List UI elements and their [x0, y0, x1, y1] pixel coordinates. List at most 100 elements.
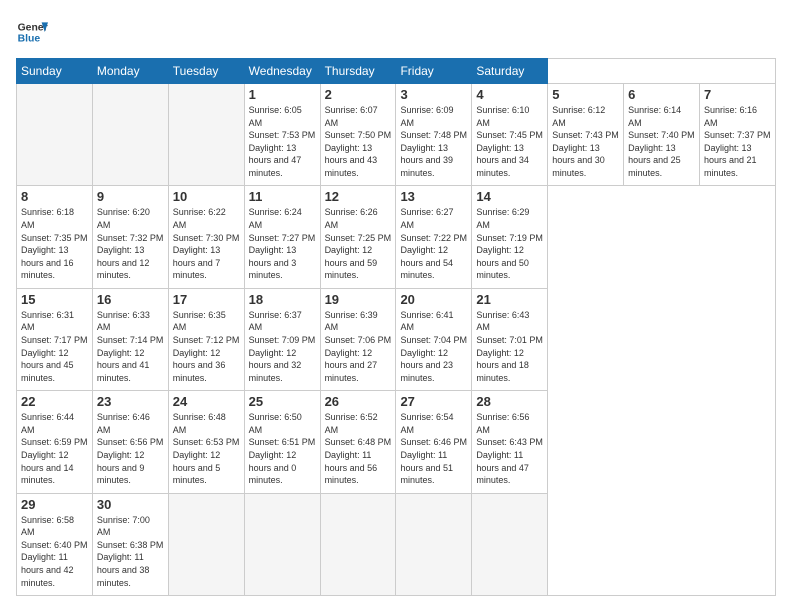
calendar-cell: 20 Sunrise: 6:41 AMSunset: 7:04 PMDayligh…: [396, 288, 472, 390]
weekday-header-wednesday: Wednesday: [244, 59, 320, 84]
weekday-header-tuesday: Tuesday: [168, 59, 244, 84]
day-number: 18: [249, 292, 316, 307]
calendar-cell: [92, 84, 168, 186]
calendar-cell: 8 Sunrise: 6:18 AMSunset: 7:35 PMDaylight…: [17, 186, 93, 288]
calendar-cell: [17, 84, 93, 186]
calendar-cell: 19 Sunrise: 6:39 AMSunset: 7:06 PMDayligh…: [320, 288, 396, 390]
calendar-cell: 13 Sunrise: 6:27 AMSunset: 7:22 PMDayligh…: [396, 186, 472, 288]
header: General Blue: [16, 16, 776, 48]
calendar-cell: 12Sunrise: 6:26 AMSunset: 7:25 PMDayligh…: [320, 186, 396, 288]
weekday-header-monday: Monday: [92, 59, 168, 84]
calendar-cell: [168, 84, 244, 186]
day-info: Sunrise: 6:29 AMSunset: 7:19 PMDaylight:…: [476, 206, 543, 282]
day-info: Sunrise: 6:33 AMSunset: 7:14 PMDaylight:…: [97, 309, 164, 385]
day-number: 19: [325, 292, 392, 307]
day-info: Sunrise: 6:54 AMSunset: 6:46 PMDaylight:…: [400, 411, 467, 487]
day-info: Sunrise: 6:58 AMSunset: 6:40 PMDaylight:…: [21, 514, 88, 590]
calendar-cell: [472, 493, 548, 595]
calendar-cell: 26Sunrise: 6:52 AMSunset: 6:48 PMDayligh…: [320, 391, 396, 493]
calendar-cell: 24 Sunrise: 6:48 AMSunset: 6:53 PMDayligh…: [168, 391, 244, 493]
day-info: Sunrise: 6:27 AMSunset: 7:22 PMDaylight:…: [400, 206, 467, 282]
day-number: 25: [249, 394, 316, 409]
day-info: Sunrise: 6:50 AMSunset: 6:51 PMDaylight:…: [249, 411, 316, 487]
calendar-cell: 18 Sunrise: 6:37 AMSunset: 7:09 PMDayligh…: [244, 288, 320, 390]
day-number: 20: [400, 292, 467, 307]
day-number: 6: [628, 87, 695, 102]
calendar-cell: 7 Sunrise: 6:16 AMSunset: 7:37 PMDaylight…: [700, 84, 776, 186]
day-info: Sunrise: 6:09 AMSunset: 7:48 PMDaylight:…: [400, 104, 467, 180]
calendar-cell: 25 Sunrise: 6:50 AMSunset: 6:51 PMDayligh…: [244, 391, 320, 493]
day-info: Sunrise: 6:22 AMSunset: 7:30 PMDaylight:…: [173, 206, 240, 282]
day-info: Sunrise: 6:24 AMSunset: 7:27 PMDaylight:…: [249, 206, 316, 282]
calendar-cell: 9Sunrise: 6:20 AMSunset: 7:32 PMDaylight…: [92, 186, 168, 288]
day-number: 11: [249, 189, 316, 204]
calendar-cell: [244, 493, 320, 595]
day-info: Sunrise: 6:07 AMSunset: 7:50 PMDaylight:…: [325, 104, 392, 180]
calendar-cell: 17 Sunrise: 6:35 AMSunset: 7:12 PMDayligh…: [168, 288, 244, 390]
day-info: Sunrise: 6:46 AMSunset: 6:56 PMDaylight:…: [97, 411, 164, 487]
calendar-cell: 16 Sunrise: 6:33 AMSunset: 7:14 PMDayligh…: [92, 288, 168, 390]
calendar-table: SundayMondayTuesdayWednesdayThursdayFrid…: [16, 58, 776, 596]
svg-text:Blue: Blue: [18, 34, 41, 45]
day-info: Sunrise: 6:14 AMSunset: 7:40 PMDaylight:…: [628, 104, 695, 180]
calendar-cell: [320, 493, 396, 595]
day-number: 16: [97, 292, 164, 307]
page: General Blue SundayMondayTuesdayWednesda…: [0, 0, 792, 612]
day-number: 8: [21, 189, 88, 204]
day-info: Sunrise: 6:20 AMSunset: 7:32 PMDaylight:…: [97, 206, 164, 282]
day-number: 10: [173, 189, 240, 204]
calendar-week-1: 1Sunrise: 6:05 AMSunset: 7:53 PMDaylight…: [17, 84, 776, 186]
day-info: Sunrise: 6:16 AMSunset: 7:37 PMDaylight:…: [704, 104, 771, 180]
day-number: 1: [249, 87, 316, 102]
day-number: 24: [173, 394, 240, 409]
day-info: Sunrise: 6:39 AMSunset: 7:06 PMDaylight:…: [325, 309, 392, 385]
day-number: 17: [173, 292, 240, 307]
day-number: 21: [476, 292, 543, 307]
day-info: Sunrise: 7:00 AMSunset: 6:38 PMDaylight:…: [97, 514, 164, 590]
day-info: Sunrise: 6:18 AMSunset: 7:35 PMDaylight:…: [21, 206, 88, 282]
calendar-cell: 29Sunrise: 6:58 AMSunset: 6:40 PMDayligh…: [17, 493, 93, 595]
calendar-cell: 11 Sunrise: 6:24 AMSunset: 7:27 PMDayligh…: [244, 186, 320, 288]
calendar-week-5: 29Sunrise: 6:58 AMSunset: 6:40 PMDayligh…: [17, 493, 776, 595]
calendar-cell: [396, 493, 472, 595]
day-number: 7: [704, 87, 771, 102]
calendar-cell: 3 Sunrise: 6:09 AMSunset: 7:48 PMDaylight…: [396, 84, 472, 186]
calendar-cell: 14Sunrise: 6:29 AMSunset: 7:19 PMDayligh…: [472, 186, 548, 288]
day-info: Sunrise: 6:43 AMSunset: 7:01 PMDaylight:…: [476, 309, 543, 385]
day-number: 13: [400, 189, 467, 204]
calendar-cell: 2Sunrise: 6:07 AMSunset: 7:50 PMDaylight…: [320, 84, 396, 186]
calendar-cell: 21 Sunrise: 6:43 AMSunset: 7:01 PMDayligh…: [472, 288, 548, 390]
day-number: 15: [21, 292, 88, 307]
day-info: Sunrise: 6:26 AMSunset: 7:25 PMDaylight:…: [325, 206, 392, 282]
calendar-cell: 6 Sunrise: 6:14 AMSunset: 7:40 PMDaylight…: [624, 84, 700, 186]
day-number: 5: [552, 87, 619, 102]
day-info: Sunrise: 6:37 AMSunset: 7:09 PMDaylight:…: [249, 309, 316, 385]
day-number: 23: [97, 394, 164, 409]
day-info: Sunrise: 6:48 AMSunset: 6:53 PMDaylight:…: [173, 411, 240, 487]
day-info: Sunrise: 6:41 AMSunset: 7:04 PMDaylight:…: [400, 309, 467, 385]
calendar-week-4: 22Sunrise: 6:44 AMSunset: 6:59 PMDayligh…: [17, 391, 776, 493]
calendar-cell: 23 Sunrise: 6:46 AMSunset: 6:56 PMDayligh…: [92, 391, 168, 493]
day-number: 3: [400, 87, 467, 102]
calendar-cell: 15 Sunrise: 6:31 AMSunset: 7:17 PMDayligh…: [17, 288, 93, 390]
calendar-cell: 4 Sunrise: 6:10 AMSunset: 7:45 PMDaylight…: [472, 84, 548, 186]
logo-icon: General Blue: [16, 16, 48, 48]
calendar-cell: 28Sunrise: 6:56 AMSunset: 6:43 PMDayligh…: [472, 391, 548, 493]
day-number: 4: [476, 87, 543, 102]
day-info: Sunrise: 6:31 AMSunset: 7:17 PMDaylight:…: [21, 309, 88, 385]
day-info: Sunrise: 6:10 AMSunset: 7:45 PMDaylight:…: [476, 104, 543, 180]
day-number: 22: [21, 394, 88, 409]
weekday-header-friday: Friday: [396, 59, 472, 84]
weekday-header-saturday: Saturday: [472, 59, 548, 84]
weekday-header-thursday: Thursday: [320, 59, 396, 84]
day-number: 28: [476, 394, 543, 409]
calendar-cell: [168, 493, 244, 595]
calendar-cell: 27 Sunrise: 6:54 AMSunset: 6:46 PMDayligh…: [396, 391, 472, 493]
calendar-cell: 1Sunrise: 6:05 AMSunset: 7:53 PMDaylight…: [244, 84, 320, 186]
calendar-week-3: 15 Sunrise: 6:31 AMSunset: 7:17 PMDayligh…: [17, 288, 776, 390]
calendar-week-2: 8 Sunrise: 6:18 AMSunset: 7:35 PMDaylight…: [17, 186, 776, 288]
calendar-cell: 22Sunrise: 6:44 AMSunset: 6:59 PMDayligh…: [17, 391, 93, 493]
day-number: 27: [400, 394, 467, 409]
calendar-cell: 5Sunrise: 6:12 AMSunset: 7:43 PMDaylight…: [548, 84, 624, 186]
day-info: Sunrise: 6:35 AMSunset: 7:12 PMDaylight:…: [173, 309, 240, 385]
